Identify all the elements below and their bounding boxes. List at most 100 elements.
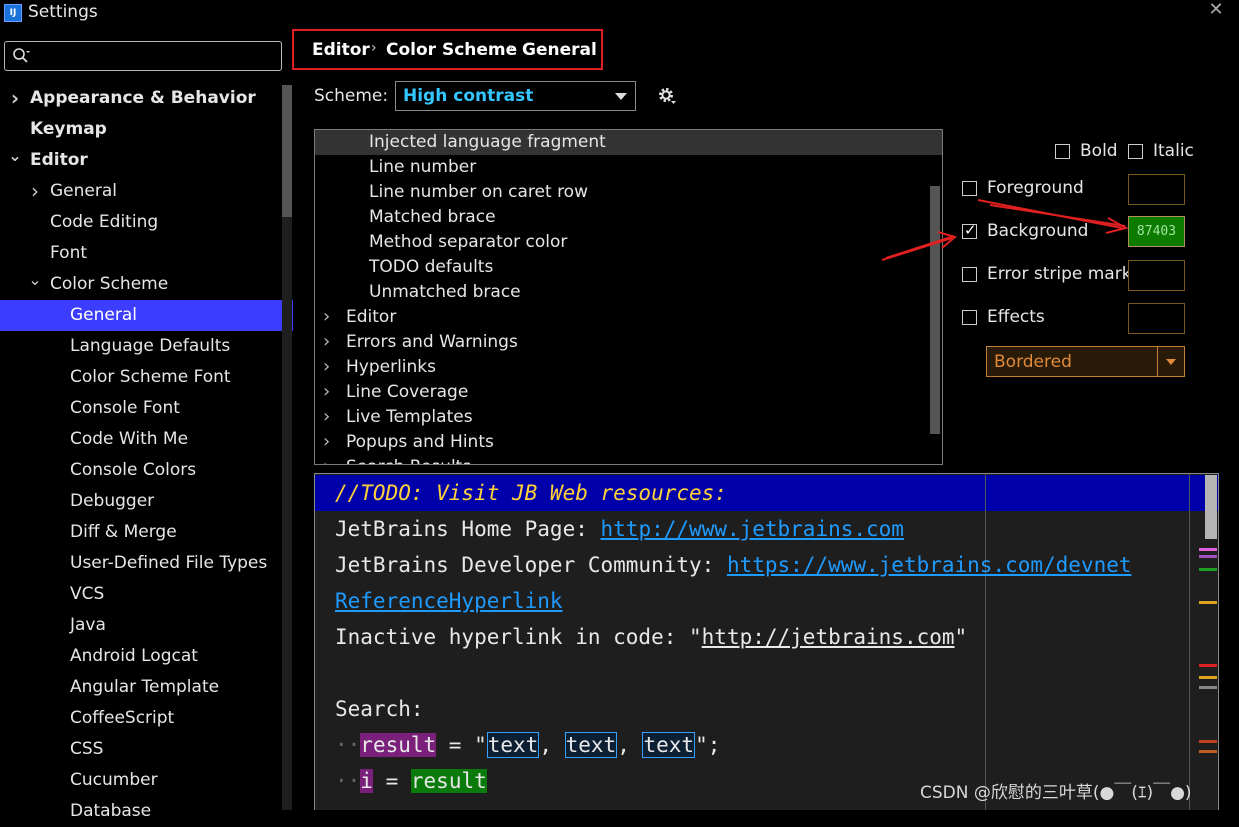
attribute-item[interactable]: Matched brace (315, 205, 942, 230)
preview-text: , (617, 733, 643, 757)
sidebar-scrollbar[interactable] (282, 85, 292, 217)
chevron-right-icon[interactable]: › (323, 355, 335, 379)
attribute-item[interactable]: TODO defaults (315, 255, 942, 280)
color-scheme-preview[interactable]: //TODO: Visit JB Web resources: JetBrain… (314, 473, 1219, 810)
preview-scrollbar[interactable] (1205, 475, 1217, 539)
background-color-swatch[interactable]: 87403 (1128, 216, 1185, 247)
preview-line-community: JetBrains Developer Community: https://w… (335, 547, 1132, 583)
sidebar-item[interactable]: VCS (0, 579, 293, 610)
error-stripe-mark[interactable] (1199, 548, 1217, 551)
bold-checkbox[interactable] (1055, 144, 1070, 159)
sidebar-item-label: Code With Me (70, 429, 189, 449)
preview-i-var: i (360, 769, 373, 793)
effects-color-swatch[interactable] (1128, 303, 1185, 334)
sidebar-item[interactable]: Font (0, 238, 293, 269)
sidebar-item[interactable]: ⌄ Color Scheme (0, 269, 293, 300)
error-stripe-label: Error stripe mark (987, 264, 1132, 284)
chevron-down-icon[interactable]: ⌄ (28, 269, 42, 299)
attribute-group[interactable]: › Popups and Hints (315, 430, 942, 455)
attribute-item[interactable]: Unmatched brace (315, 280, 942, 305)
attribute-item[interactable]: Injected language fragment (315, 130, 942, 155)
error-stripe-mark[interactable] (1199, 740, 1217, 743)
attribute-group[interactable]: › Live Templates (315, 405, 942, 430)
preview-home-link[interactable]: http://www.jetbrains.com (601, 517, 904, 541)
italic-checkbox[interactable] (1128, 144, 1143, 159)
chevron-right-icon[interactable]: › (323, 330, 335, 354)
close-button[interactable]: ✕ (1206, 0, 1226, 20)
sidebar-item[interactable]: CoffeeScript (0, 703, 293, 734)
settings-tree: › Appearance & Behavior Keymap ⌄ Editor › Gene… (0, 83, 293, 821)
error-stripe-mark[interactable] (1199, 676, 1217, 679)
attribute-label: Live Templates (346, 407, 473, 427)
sidebar-item[interactable]: Code Editing (0, 207, 293, 238)
attribute-label: Method separator color (369, 232, 568, 252)
sidebar-item[interactable]: Debugger (0, 486, 293, 517)
sidebar-item[interactable]: Angular Template (0, 672, 293, 703)
sidebar-item[interactable]: Console Colors (0, 455, 293, 486)
scheme-value: High contrast (403, 86, 534, 106)
attribute-item[interactable]: Line number (315, 155, 942, 180)
sidebar-item[interactable]: CSS (0, 734, 293, 765)
attribute-item[interactable]: Line number on caret row (315, 180, 942, 205)
sidebar-item[interactable]: User-Defined File Types (0, 548, 293, 579)
sidebar-item[interactable]: General (0, 300, 293, 331)
error-stripe-mark[interactable] (1199, 568, 1217, 571)
preview-community-link[interactable]: https://www.jetbrains.com/devnet (727, 553, 1132, 577)
chevron-right-icon[interactable]: › (323, 305, 335, 329)
chevron-right-icon[interactable]: › (323, 455, 335, 464)
error-stripe-mark[interactable] (1199, 601, 1217, 604)
chevron-right-icon[interactable]: › (323, 430, 335, 454)
sidebar-item[interactable]: Language Defaults (0, 331, 293, 362)
attributes-scrollbar[interactable] (930, 186, 940, 434)
foreground-checkbox[interactable] (962, 181, 977, 196)
preview-reference-link[interactable]: ReferenceHyperlink (335, 589, 563, 613)
watermark: CSDN @欣慰的三叶草(●￣(ｴ)￣●) (920, 783, 1192, 803)
sidebar-item[interactable]: Java (0, 610, 293, 641)
chevron-right-icon[interactable]: › (323, 380, 335, 404)
sidebar-item[interactable]: ⌄ Editor (0, 145, 293, 176)
preview-text: JetBrains Developer Community: (335, 553, 727, 577)
sidebar-item[interactable]: Keymap (0, 114, 293, 145)
chevron-right-icon[interactable]: › (323, 405, 335, 429)
chevron-down-icon[interactable]: ⌄ (8, 145, 22, 175)
attribute-group[interactable]: › Search Results (315, 455, 942, 464)
error-stripe-mark[interactable] (1199, 750, 1217, 753)
error-stripe-mark[interactable] (1199, 555, 1217, 558)
window-title: Settings (28, 2, 98, 22)
foreground-color-swatch[interactable] (1128, 174, 1185, 205)
attribute-group[interactable]: › Editor (315, 305, 942, 330)
effects-type-dropdown[interactable]: Bordered (986, 346, 1185, 377)
sidebar-item[interactable]: Diff & Merge (0, 517, 293, 548)
sidebar-item[interactable]: Cucumber (0, 765, 293, 796)
sidebar-item[interactable]: › General (0, 176, 293, 207)
breadcrumb-color-scheme[interactable]: Color Scheme (386, 40, 517, 60)
sidebar-item[interactable]: Code With Me (0, 424, 293, 455)
chevron-right-icon[interactable]: › (8, 83, 22, 113)
attribute-item[interactable]: Method separator color (315, 230, 942, 255)
sidebar-item[interactable]: Android Logcat (0, 641, 293, 672)
background-checkbox[interactable] (962, 221, 977, 239)
attribute-group[interactable]: › Hyperlinks (315, 355, 942, 380)
attribute-label: Line number (369, 157, 477, 177)
gear-icon[interactable] (657, 86, 677, 106)
visual-guide-line (985, 474, 986, 810)
error-stripe-checkbox[interactable] (962, 267, 977, 282)
sidebar-item[interactable]: Database (0, 796, 293, 827)
attribute-group[interactable]: › Line Coverage (315, 380, 942, 405)
preview-line-reference: ReferenceHyperlink (335, 583, 563, 619)
settings-search-input[interactable] (4, 41, 282, 71)
sidebar-item[interactable]: Color Scheme Font (0, 362, 293, 393)
error-stripe-mark[interactable] (1199, 664, 1217, 667)
scheme-dropdown[interactable]: High contrast (395, 81, 636, 111)
effects-dropdown-button[interactable] (1157, 347, 1184, 376)
sidebar-item-label: CSS (70, 739, 104, 759)
sidebar-item[interactable]: Console Font (0, 393, 293, 424)
error-stripe-color-swatch[interactable] (1128, 260, 1185, 291)
effects-checkbox[interactable] (962, 310, 977, 325)
error-stripe-mark[interactable] (1199, 686, 1217, 689)
attribute-label: Injected language fragment (369, 132, 606, 152)
sidebar-item[interactable]: › Appearance & Behavior (0, 83, 293, 114)
chevron-right-icon[interactable]: › (28, 176, 42, 206)
breadcrumb-editor[interactable]: Editor (312, 40, 370, 60)
attribute-group[interactable]: › Errors and Warnings (315, 330, 942, 355)
